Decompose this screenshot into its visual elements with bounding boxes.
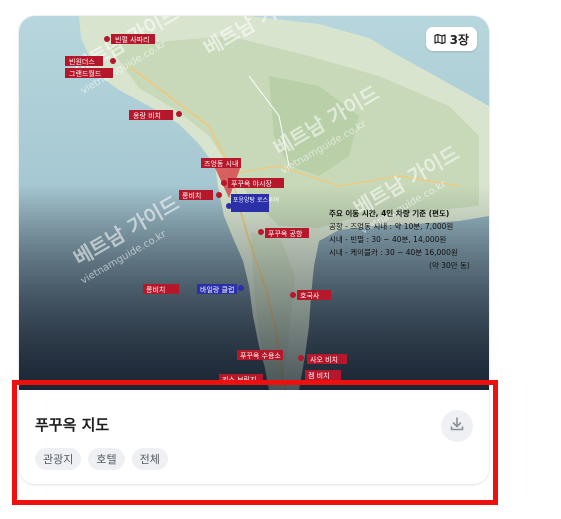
label-long-beach-2: 롱비치	[146, 285, 165, 294]
label-vinwonders: 빈원더스	[69, 57, 95, 66]
photo-count: 3장	[449, 32, 469, 47]
tag-list: 관광지 호텔 전체	[35, 448, 168, 470]
download-button[interactable]	[441, 410, 473, 442]
photo-count-badge: 3장	[425, 27, 477, 51]
phu-quoc-map: 베트남 가이드 vietnamguide.co.kr 베트남 가이드 vietn…	[19, 16, 489, 390]
label-grand-world: 그랜드월드	[69, 69, 102, 78]
card-title[interactable]: 푸꾸옥 지도	[35, 414, 109, 435]
label-khem-beach: 켐 비치	[308, 371, 330, 380]
info-box-line: 시내 - 케이블카 : 30 ~ 40분 16,000원	[329, 247, 458, 257]
label-airport: 푸꾸옥 공항	[268, 229, 303, 238]
label-sunset-town: 키스 브릿지	[222, 375, 256, 384]
info-box-line: 시내 - 빈펄 : 30 ~ 40분, 14,000원	[329, 235, 446, 244]
label-vinpearl-safari: 빈펄 사파리	[115, 35, 149, 44]
download-icon	[449, 416, 465, 436]
tag-hotels[interactable]: 호텔	[88, 448, 125, 470]
label-bai-dai-club: 바일랑 클럽	[200, 285, 234, 294]
tag-attractions[interactable]: 관광지	[35, 448, 82, 470]
map-icon	[434, 33, 446, 45]
page: 베트남 가이드 vietnamguide.co.kr 베트남 가이드 vietn…	[0, 0, 561, 519]
tag-all[interactable]: 전체	[131, 448, 168, 470]
label-phu-quoc-port: 푸꾸옥 수용소	[240, 352, 281, 360]
label-long-beach: 롱비치	[182, 191, 201, 200]
info-box-line: (약 30만 동)	[429, 260, 470, 270]
map-image[interactable]: 베트남 가이드 vietnamguide.co.kr 베트남 가이드 vietn…	[19, 16, 489, 390]
label-ong-lang-beach: 옹랑 비치	[133, 111, 161, 120]
map-card[interactable]: 베트남 가이드 vietnamguide.co.kr 베트남 가이드 vietn…	[19, 16, 489, 484]
label-prison: 호국사	[300, 291, 320, 300]
info-box-line: 공항 - 즈엉동 시내 : 약 10분, 7,000원	[329, 221, 453, 231]
label-cong-dong: 포응양탕 로스투어	[233, 196, 279, 204]
label-duong-dong-center: 즈엉동 시내	[204, 159, 238, 168]
card-info: 푸꾸옥 지도 관광지 호텔 전체	[19, 390, 489, 484]
label-night-market: 푸꾸옥 야시장	[231, 179, 272, 188]
info-box-title: 주요 이동 시간, 4인 차량 기준 (편도)	[329, 208, 449, 218]
label-sao-beach: 사오 비치	[310, 355, 338, 364]
